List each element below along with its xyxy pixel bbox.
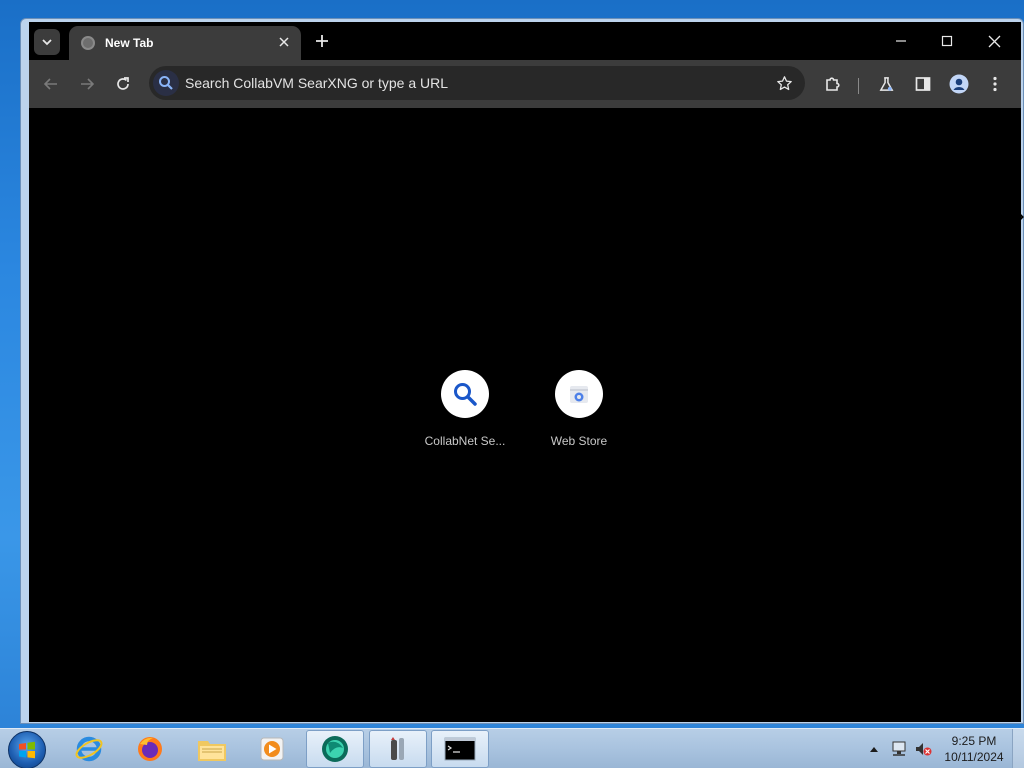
shortcut-web-store[interactable]: Web Store	[523, 370, 635, 462]
forward-button[interactable]	[74, 71, 100, 97]
browser-chrome: New Tab Search CollabVM SearXNG or type …	[29, 22, 1021, 722]
reload-icon	[117, 77, 129, 90]
more-vert-icon	[993, 76, 997, 92]
resize-cursor-icon	[1008, 213, 1024, 221]
shortcut-icon-container	[441, 370, 489, 418]
tray-expand-button[interactable]	[866, 729, 882, 768]
avatar-icon	[949, 74, 969, 94]
shortcut-icon-container	[555, 370, 603, 418]
taskbar-media-player[interactable]	[243, 730, 301, 768]
puzzle-icon	[826, 77, 840, 91]
network-icon	[892, 741, 906, 756]
reload-button[interactable]	[110, 71, 136, 97]
maximize-icon	[941, 35, 953, 47]
tab-title: New Tab	[105, 36, 154, 50]
taskbar-clock[interactable]: 9:25 PM 10/11/2024	[940, 733, 1008, 765]
search-input[interactable]	[185, 66, 755, 100]
show-desktop-button[interactable]	[1012, 729, 1024, 768]
side-panel-icon	[915, 77, 931, 91]
tray-network[interactable]	[888, 729, 910, 768]
web-store-icon	[570, 386, 588, 403]
taskbar-utility-tool[interactable]	[369, 730, 427, 768]
taskbar-firefox[interactable]	[121, 730, 179, 768]
internet-explorer-icon	[75, 736, 103, 762]
arrow-right-icon	[81, 78, 95, 90]
close-icon	[279, 37, 289, 47]
volume-muted-icon	[916, 743, 932, 756]
labs-button[interactable]	[873, 71, 899, 97]
command-prompt-icon	[444, 737, 476, 761]
toolbar-divider	[858, 78, 859, 94]
profile-button[interactable]	[946, 71, 972, 97]
side-panel-button[interactable]	[910, 71, 936, 97]
new-tab-page: CollabNet Se... Web Store	[29, 108, 1021, 722]
globe-icon	[81, 36, 95, 50]
tray-volume[interactable]	[912, 729, 934, 768]
browser-window: New Tab Search CollabVM SearXNG or type …	[20, 18, 1024, 724]
chevron-up-icon	[870, 747, 878, 752]
search-icon	[153, 70, 179, 96]
firefox-icon	[138, 737, 162, 761]
toolbar	[29, 60, 1021, 108]
minimize-icon	[896, 40, 906, 42]
clock-time: 9:25 PM	[951, 734, 997, 748]
folder-icon	[198, 741, 226, 761]
tab-search-button[interactable]	[34, 29, 60, 55]
extensions-button[interactable]	[820, 71, 846, 97]
windows-logo-icon	[19, 741, 35, 759]
menu-button[interactable]	[982, 71, 1008, 97]
tab-strip: New Tab	[29, 22, 1021, 60]
magnifier-icon	[454, 383, 477, 406]
arrow-left-icon	[43, 78, 57, 90]
chevron-down-icon	[42, 39, 52, 46]
minimize-button[interactable]	[886, 28, 916, 54]
taskbar-internet-explorer[interactable]	[60, 730, 118, 768]
shortcut-collabnet[interactable]: CollabNet Se...	[409, 370, 521, 462]
plus-icon	[316, 35, 328, 47]
star-icon	[776, 75, 792, 90]
new-tab-button[interactable]	[313, 32, 331, 50]
media-player-icon	[260, 737, 284, 761]
maximize-button[interactable]	[932, 28, 962, 54]
bookmark-star-button[interactable]	[773, 72, 795, 94]
clock-date: 10/11/2024	[944, 750, 1004, 764]
taskbar-browser[interactable]	[306, 730, 364, 768]
taskbar-command-prompt[interactable]	[431, 730, 489, 768]
close-window-button[interactable]	[979, 28, 1009, 54]
address-bar[interactable]	[149, 66, 805, 100]
tab-close-button[interactable]	[275, 33, 293, 51]
shortcut-label: CollabNet Se...	[424, 434, 506, 448]
utility-tool-icon	[391, 737, 404, 760]
browser-app-icon	[322, 736, 348, 762]
shortcut-label: Web Store	[550, 434, 608, 448]
back-button[interactable]	[38, 71, 64, 97]
flask-icon	[879, 76, 893, 91]
taskbar: 9:25 PM 10/11/2024	[0, 728, 1024, 768]
tab-new-tab[interactable]: New Tab	[69, 26, 301, 60]
close-icon	[988, 35, 1000, 47]
taskbar-file-explorer[interactable]	[183, 730, 241, 768]
start-button[interactable]	[8, 731, 46, 768]
